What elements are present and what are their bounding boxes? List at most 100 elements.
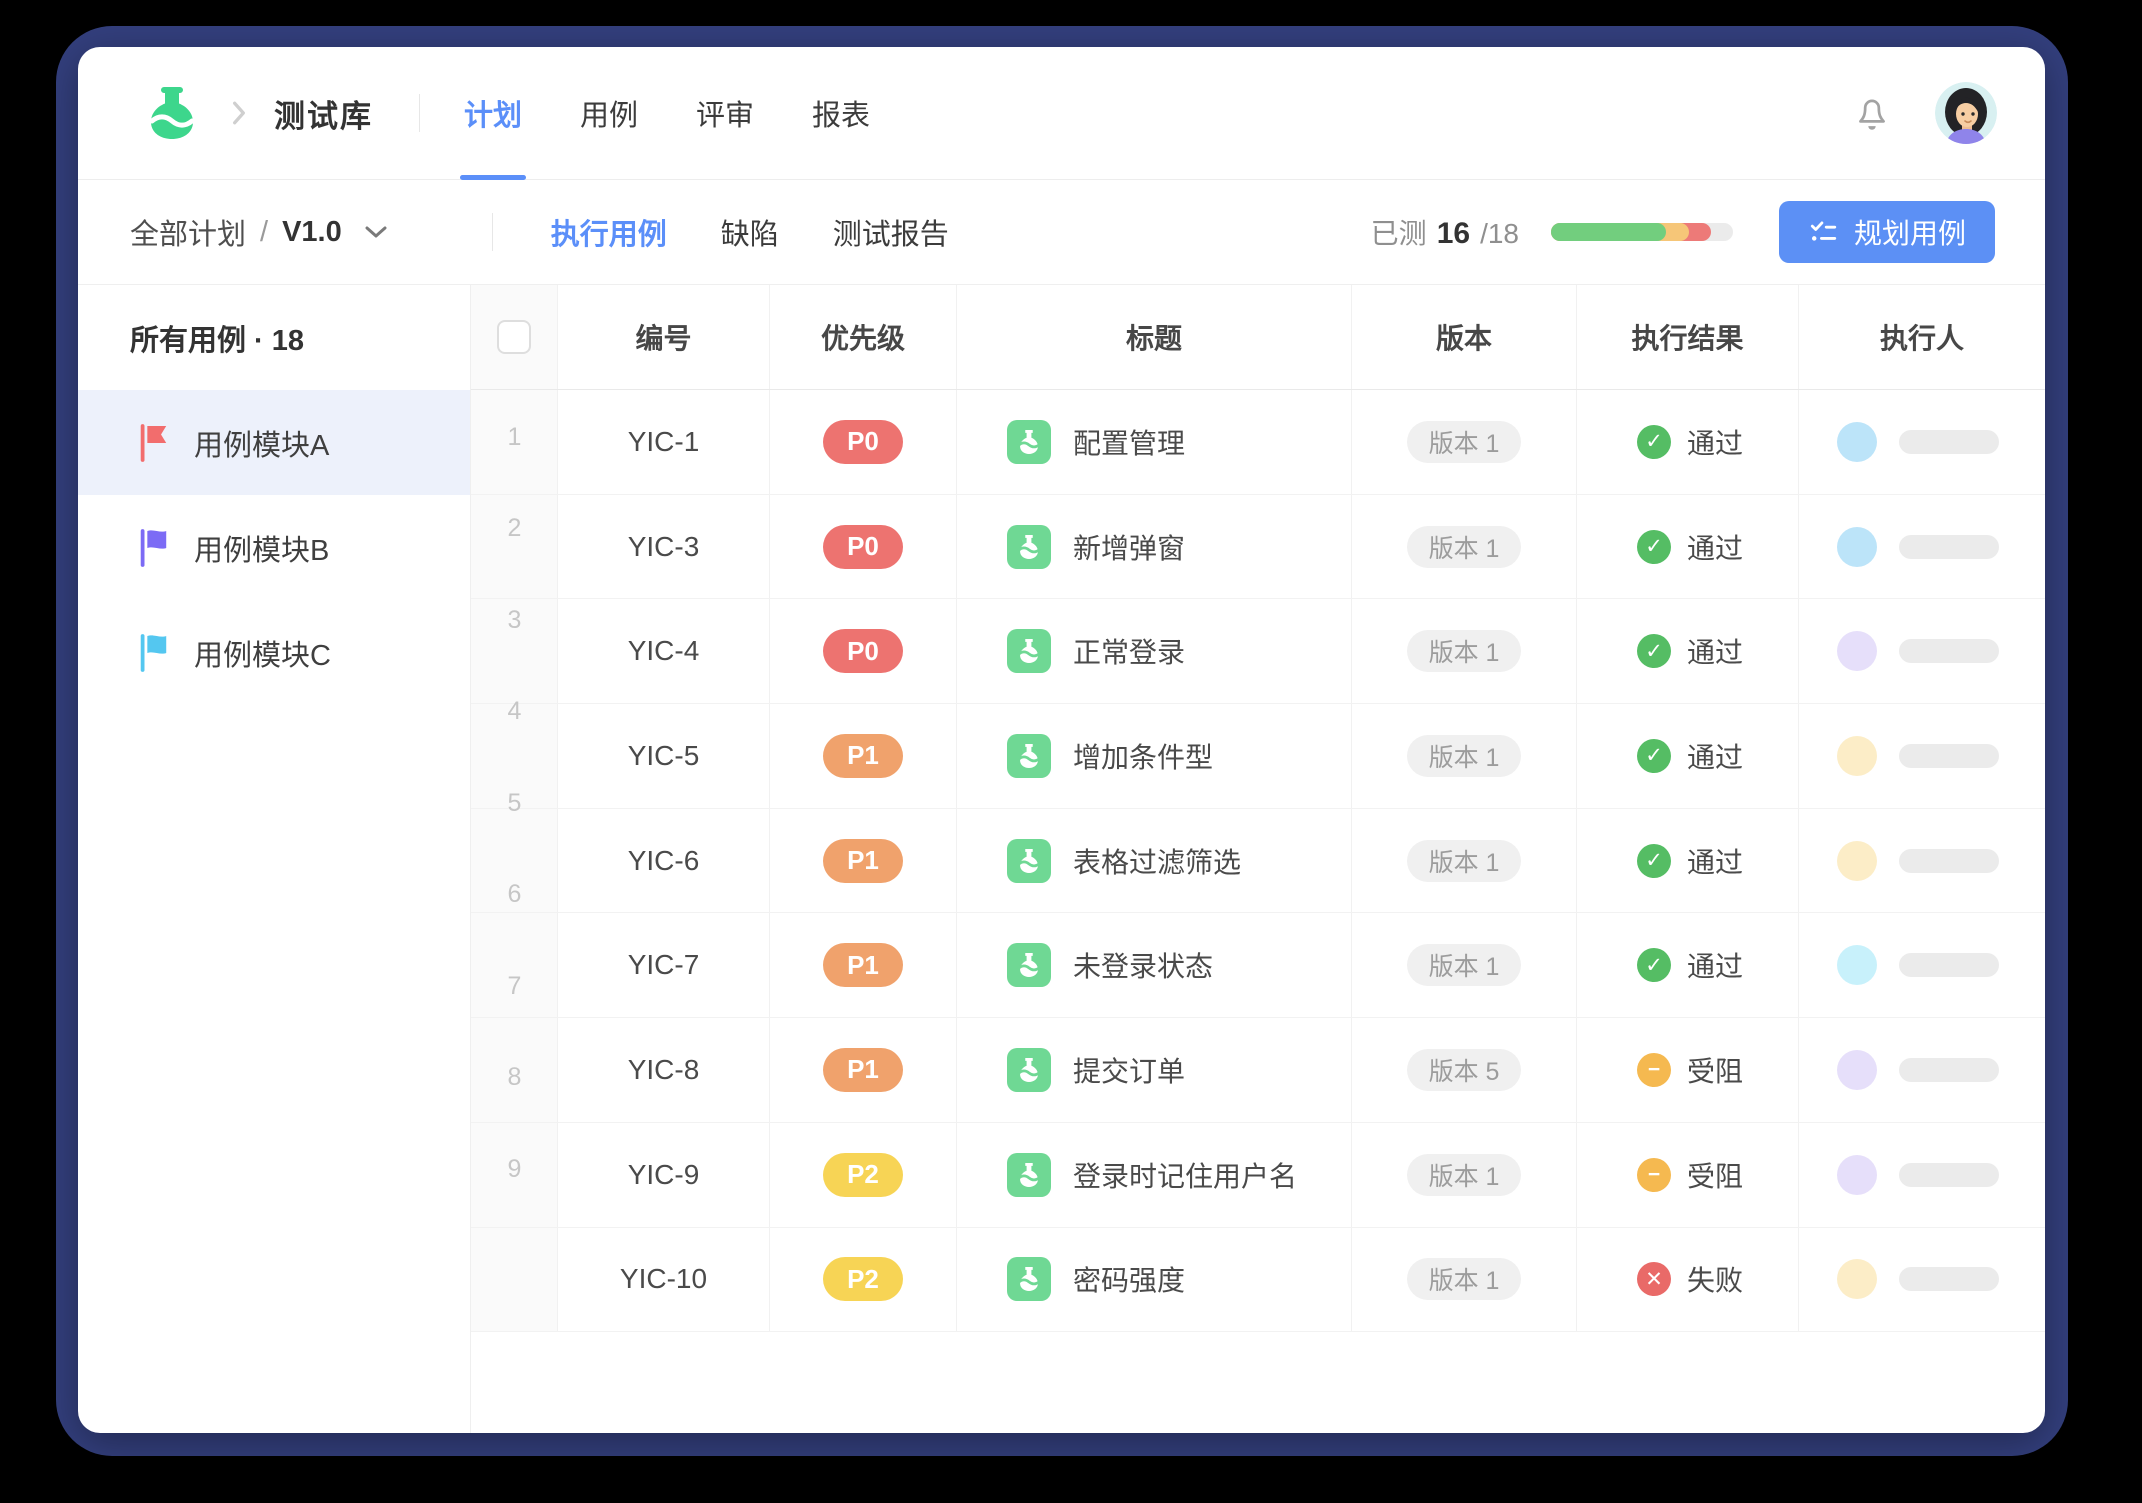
chevron-right-icon [230, 100, 248, 126]
row-number: 2 [471, 513, 558, 543]
result-label: 通过 [1687, 841, 1743, 881]
column-header-result: 执行结果 [1577, 285, 1799, 389]
table-row[interactable]: YIC-10 P2 密码强度 版本 1 ✕失败 [471, 1228, 2045, 1333]
priority-badge: P1 [823, 734, 903, 778]
sub-tab-execute-cases[interactable]: 执行用例 [551, 211, 667, 253]
priority-badge: P0 [823, 525, 903, 569]
priority-badge: P1 [823, 839, 903, 883]
executor-avatar [1837, 422, 1877, 462]
progress-segment-passed [1551, 223, 1666, 241]
case-id: YIC-4 [558, 599, 770, 703]
module-sidebar: 所有用例 · 18 用例模块A 用例模块B [78, 285, 470, 1433]
result-status-icon: ✓ [1637, 948, 1671, 982]
user-avatar[interactable] [1935, 82, 1997, 144]
result-label: 通过 [1687, 736, 1743, 776]
table-header: 编号 优先级 标题 版本 执行结果 执行人 [471, 285, 2045, 390]
tested-count: 16 [1437, 217, 1470, 251]
table-body: YIC-1 P0 配置管理 版本 1 ✓通过 YIC-3 P0 新增弹窗 版本 … [471, 390, 2045, 1332]
plan-selector-separator: / [260, 216, 268, 249]
row-number: 8 [471, 1062, 558, 1092]
row-gutter [471, 1228, 558, 1332]
priority-badge: P2 [823, 1153, 903, 1197]
result-status-icon: − [1637, 1158, 1671, 1192]
table-row[interactable]: YIC-6 P1 表格过滤筛选 版本 1 ✓通过 [471, 809, 2045, 914]
case-id: YIC-7 [558, 913, 770, 1017]
priority-badge: P2 [823, 1257, 903, 1301]
executor-avatar [1837, 945, 1877, 985]
plan-selector-label: 全部计划 [130, 211, 246, 253]
sidebar-item-label: 用例模块A [194, 422, 329, 464]
version-badge: 版本 1 [1407, 840, 1522, 882]
sidebar-item-module-c[interactable]: 用例模块C [78, 600, 470, 705]
sub-tab-defects[interactable]: 缺陷 [721, 211, 779, 253]
executor-name-skeleton [1899, 1163, 1999, 1187]
flag-icon [136, 632, 170, 674]
row-number: 3 [471, 605, 558, 635]
version-badge: 版本 1 [1407, 630, 1522, 672]
result-status-icon: ✓ [1637, 634, 1671, 668]
tested-counter: 已测 16 /18 [1371, 212, 1519, 252]
tab-review[interactable]: 评审 [696, 47, 754, 180]
select-all-checkbox[interactable] [497, 320, 531, 354]
version-badge: 版本 1 [1407, 526, 1522, 568]
executor-name-skeleton [1899, 1058, 1999, 1082]
column-header-id: 编号 [558, 285, 770, 389]
executor-name-skeleton [1899, 849, 1999, 873]
app-header: 测试库 计划 用例 评审 报表 [78, 47, 2045, 180]
plan-cases-button[interactable]: 规划用例 [1779, 201, 1995, 263]
priority-badge: P1 [823, 1048, 903, 1092]
row-gutter [471, 495, 558, 599]
result-status-icon: ✓ [1637, 739, 1671, 773]
table-row[interactable]: YIC-1 P0 配置管理 版本 1 ✓通过 [471, 390, 2045, 495]
executor-name-skeleton [1899, 953, 1999, 977]
sidebar-item-module-b[interactable]: 用例模块B [78, 495, 470, 600]
sub-tab-test-report[interactable]: 测试报告 [833, 211, 949, 253]
checklist-icon [1808, 217, 1838, 247]
plan-cases-button-label: 规划用例 [1854, 212, 1966, 252]
tab-plan[interactable]: 计划 [464, 47, 522, 180]
main-content: 所有用例 · 18 用例模块A 用例模块B [78, 285, 2045, 1433]
executor-name-skeleton [1899, 639, 1999, 663]
bell-icon[interactable] [1851, 92, 1893, 134]
column-header-priority: 优先级 [770, 285, 957, 389]
tab-cases[interactable]: 用例 [580, 47, 638, 180]
result-label: 受阻 [1687, 1050, 1743, 1090]
table-row[interactable]: YIC-4 P0 正常登录 版本 1 ✓通过 [471, 599, 2045, 704]
sidebar-item-label: 用例模块C [194, 632, 331, 674]
sidebar-item-module-a[interactable]: 用例模块A [78, 390, 470, 495]
table-row[interactable]: YIC-3 P0 新增弹窗 版本 1 ✓通过 [471, 495, 2045, 600]
case-id: YIC-10 [558, 1228, 770, 1332]
case-flask-icon [1007, 839, 1051, 883]
table-row[interactable]: YIC-7 P1 未登录状态 版本 1 ✓通过 [471, 913, 2045, 1018]
table-row[interactable]: YIC-8 P1 提交订单 版本 5 −受阻 [471, 1018, 2045, 1123]
test-progress-bar [1551, 223, 1733, 241]
version-badge: 版本 1 [1407, 1154, 1522, 1196]
tab-reports[interactable]: 报表 [812, 47, 870, 180]
toolbar-right: 已测 16 /18 规划用例 [1371, 201, 1995, 263]
case-flask-icon [1007, 1153, 1051, 1197]
app-window: 测试库 计划 用例 评审 报表 [78, 47, 2045, 1433]
main-nav-tabs: 计划 用例 评审 报表 [464, 47, 870, 180]
row-number: 7 [471, 971, 558, 1001]
executor-avatar [1837, 736, 1877, 776]
result-status-icon: ✕ [1637, 1262, 1671, 1296]
row-number: 4 [471, 696, 558, 726]
plan-selector-version: V1.0 [282, 216, 342, 249]
case-id: YIC-5 [558, 704, 770, 808]
row-number: 9 [471, 1154, 558, 1184]
executor-avatar [1837, 631, 1877, 671]
case-flask-icon [1007, 1257, 1051, 1301]
row-number: 6 [471, 879, 558, 909]
executor-avatar [1837, 841, 1877, 881]
plan-version-selector[interactable]: 全部计划 / V1.0 [130, 211, 388, 253]
select-all-cell [471, 285, 558, 389]
case-flask-icon [1007, 1048, 1051, 1092]
toolbar-divider [492, 213, 493, 251]
case-title: 未登录状态 [1073, 945, 1213, 985]
plan-toolbar: 全部计划 / V1.0 执行用例 缺陷 测试报告 已测 16 /18 [78, 180, 2045, 285]
table-row[interactable]: YIC-9 P2 登录时记住用户名 版本 1 −受阻 [471, 1123, 2045, 1228]
flag-icon [136, 527, 170, 569]
table-row[interactable]: YIC-5 P1 增加条件型 版本 1 ✓通过 [471, 704, 2045, 809]
case-flask-icon [1007, 525, 1051, 569]
case-id: YIC-9 [558, 1123, 770, 1227]
